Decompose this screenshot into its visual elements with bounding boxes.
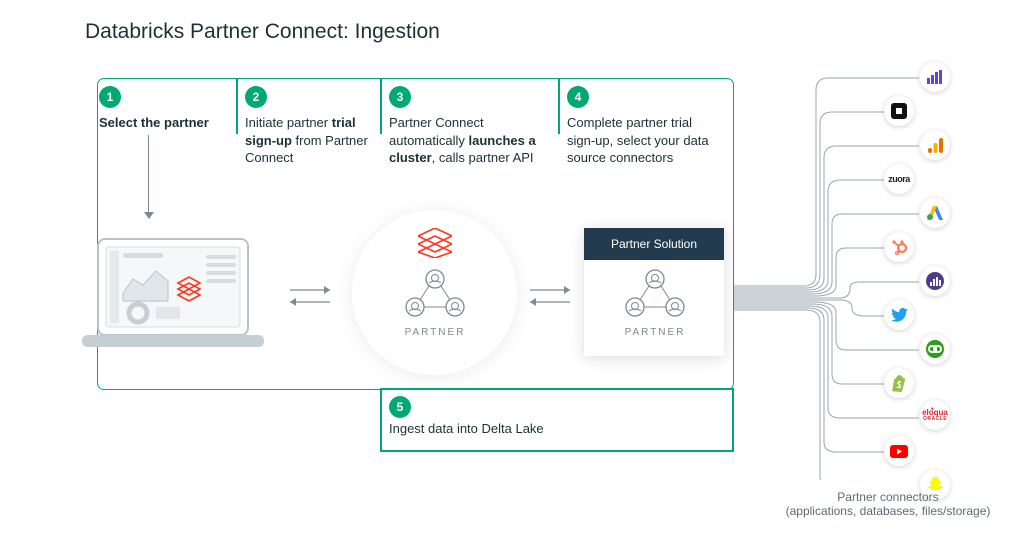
connector-youtube-icon: [884, 436, 914, 466]
connector-shopify-icon: [884, 368, 914, 398]
arrow-1-line: [148, 135, 149, 212]
connector-mixpanel-icon: [920, 266, 950, 296]
step-2-text: Initiate partner trial sign-up from Part…: [245, 114, 370, 167]
partner-network-icon-2: [624, 267, 686, 321]
divider-3: [558, 78, 560, 134]
connector-lines: [724, 60, 944, 480]
page-title: Databricks Partner Connect: Ingestion: [85, 20, 440, 44]
connector-zuora-icon: zuora: [884, 164, 914, 194]
bidir-arrows-1: [282, 283, 338, 309]
divider-1: [236, 78, 238, 134]
connector-eloqua-icon: elo●quaORACLE: [920, 400, 950, 430]
step5-top: [380, 388, 734, 390]
step-4-badge: 4: [567, 86, 589, 108]
bidir-arrows-2: [522, 283, 578, 309]
divider-2: [380, 78, 382, 134]
databricks-logo-icon: [418, 228, 452, 258]
connector-google-analytics-icon: [920, 130, 950, 160]
connector-square-icon: [884, 96, 914, 126]
connector-twitter-icon: [884, 300, 914, 330]
step-4-text: Complete partner trial sign-up, select y…: [567, 114, 722, 167]
step5-bottom: [380, 450, 734, 452]
step-3-text: Partner Connect automatically launches a…: [389, 114, 544, 167]
connector-marketo-icon: [920, 62, 950, 92]
step-1-text: Select the partner: [99, 114, 229, 132]
step-5-badge: 5: [389, 396, 411, 418]
connector-google-ads-icon: [920, 198, 950, 228]
step-2-badge: 2: [245, 86, 267, 108]
connectors-caption: Partner connectors (applications, databa…: [758, 490, 1018, 518]
connector-hubspot-icon: [884, 232, 914, 262]
laptop-icon: [78, 235, 268, 355]
partner-label-1: PARTNER: [404, 327, 466, 338]
partner-label-2: PARTNER: [624, 327, 686, 338]
step5-left: [380, 388, 382, 450]
partner-network-icon: [404, 267, 466, 321]
step-5-text: Ingest data into Delta Lake: [389, 420, 544, 438]
connector-quickbooks-icon: [920, 334, 950, 364]
partner-solution-header: Partner Solution: [584, 228, 724, 260]
step-1-badge: 1: [99, 86, 121, 108]
step-3-badge: 3: [389, 86, 411, 108]
arrow-1-head: [144, 212, 154, 219]
